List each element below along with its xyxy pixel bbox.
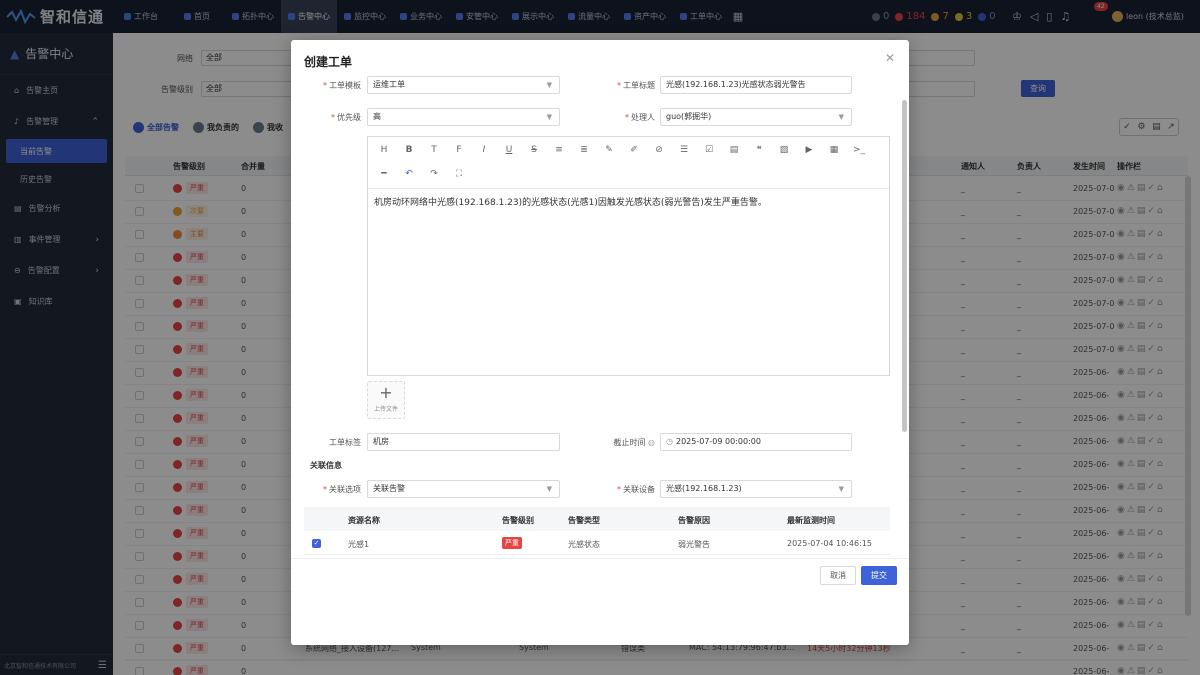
relation-option-label: * 关联选项: [323, 485, 361, 494]
indent-icon[interactable]: ≡: [553, 145, 565, 155]
bullet-list-icon[interactable]: ☰: [678, 145, 690, 155]
list-add-icon[interactable]: ≣: [578, 145, 590, 155]
chevron-down-icon: ▼: [546, 113, 552, 121]
ticket-title-label: * 工单标题: [617, 81, 655, 90]
rich-text-editor[interactable]: H B T F I U S ≡ ≣ ✎ ✐ ⊘ ☰ ☑ ▤ ❝ ▨ ▶ ▦ >_…: [367, 136, 890, 376]
handler-select[interactable]: guo(郭掘华) ▼: [660, 108, 852, 126]
chevron-down-icon: ▼: [838, 485, 844, 493]
submit-button[interactable]: 提交: [861, 566, 897, 585]
chevron-down-icon: ▼: [546, 81, 552, 89]
align-icon[interactable]: ▤: [728, 145, 740, 155]
table-icon[interactable]: ▦: [828, 145, 840, 155]
divider-icon[interactable]: ━: [378, 169, 390, 179]
editor-toolbar-row-1: H B T F I U S ≡ ≣ ✎ ✐ ⊘ ☰ ☑ ▤ ❝ ▨ ▶ ▦ >_: [368, 138, 889, 162]
ticket-title-input[interactable]: 光感(192.168.1.23)光感状态弱光警告: [660, 76, 852, 94]
image-icon[interactable]: ▨: [778, 145, 790, 155]
template-select[interactable]: 运维工单 ▼: [367, 76, 560, 94]
upload-file-button[interactable]: + 上传文件: [367, 381, 405, 419]
related-table-header: 资源名称 告警级别 告警类型 告警原因 最新监测时间: [304, 507, 890, 531]
dialog-title: 创建工单: [304, 55, 353, 69]
handler-value: guo(郭掘华): [666, 112, 712, 121]
heading-icon[interactable]: H: [378, 145, 390, 155]
priority-select[interactable]: 高 ▼: [367, 108, 560, 126]
link-icon[interactable]: ⊘: [653, 145, 665, 155]
ticket-title-value: 光感(192.168.1.23)光感状态弱光警告: [666, 80, 806, 89]
plus-icon: +: [379, 383, 393, 402]
tag-label: 工单标签: [329, 438, 361, 447]
template-value: 运维工单: [373, 80, 405, 89]
clock-icon: ◷: [666, 437, 673, 446]
font-size-icon[interactable]: T: [428, 145, 440, 155]
redo-icon[interactable]: ↷: [428, 169, 440, 179]
tag-value: 机房: [373, 437, 389, 446]
column-header-level[interactable]: 告警级别: [502, 515, 534, 526]
create-ticket-dialog: 创建工单 ✕ * 工单模板 运维工单 ▼ * 工单标题 光感(192.168.1.23…: [291, 40, 909, 645]
brush-icon[interactable]: ✐: [628, 145, 640, 155]
status-badge: 严重: [502, 537, 522, 549]
bold-icon[interactable]: B: [403, 145, 415, 155]
cell-time: 2025-07-04 10:46:15: [787, 539, 872, 548]
editor-divider: [368, 188, 889, 189]
relation-device-value: 光感(192.168.1.23): [666, 484, 742, 493]
chevron-down-icon: ▼: [546, 485, 552, 493]
template-label: * 工单模板: [323, 81, 361, 90]
table-row[interactable]: ✓ 光感1 严重 光感状态 弱光警告 2025-07-04 10:46:15: [304, 531, 890, 555]
italic-icon[interactable]: I: [478, 145, 490, 155]
cell-cause: 弱光警告: [678, 540, 710, 549]
editor-content[interactable]: 机房动环网络中光感(192.168.1.23)的光感状态(光感1)因触发光感状态…: [374, 195, 767, 208]
quote-icon[interactable]: ❝: [753, 145, 765, 155]
cell-type: 光感状态: [568, 540, 600, 549]
upload-label: 上传文件: [373, 406, 398, 413]
cancel-button[interactable]: 取消: [820, 566, 856, 585]
fullscreen-icon[interactable]: ⛶: [453, 169, 465, 179]
video-icon[interactable]: ▶: [803, 145, 815, 155]
deadline-label: 截止时间 ◍: [613, 438, 655, 447]
pen-icon[interactable]: ✎: [603, 145, 615, 155]
help-icon: ◍: [648, 438, 655, 447]
editor-toolbar-row-2: ━ ↶ ↷ ⛶: [368, 162, 889, 186]
strikethrough-icon[interactable]: S: [528, 145, 540, 155]
cell-name: 光感1: [348, 540, 370, 549]
underline-icon[interactable]: U: [503, 145, 515, 155]
priority-value: 高: [373, 112, 381, 121]
chevron-down-icon: ▼: [838, 113, 844, 121]
code-icon[interactable]: >_: [853, 145, 865, 155]
priority-label: * 优先级: [331, 113, 361, 122]
relation-section-title: 关联信息: [310, 461, 342, 470]
deadline-value: 2025-07-09 00:00:00: [675, 437, 761, 446]
relation-device-select[interactable]: 光感(192.168.1.23) ▼: [660, 480, 852, 498]
column-header-time[interactable]: 最新监测时间: [787, 515, 835, 526]
relation-device-label: * 关联设备: [617, 485, 655, 494]
handler-label: * 处理人: [625, 113, 655, 122]
dialog-scrollbar[interactable]: [902, 100, 907, 432]
deadline-picker[interactable]: ◷ 2025-07-09 00:00:00: [660, 433, 852, 451]
undo-icon[interactable]: ↶: [403, 169, 415, 179]
column-header-name[interactable]: 资源名称: [348, 515, 380, 526]
font-family-icon[interactable]: F: [453, 145, 465, 155]
dialog-footer-divider: [291, 558, 909, 559]
checkbox-icon[interactable]: ☑: [703, 145, 715, 155]
column-header-cause[interactable]: 告警原因: [678, 515, 710, 526]
tag-input[interactable]: 机房: [367, 433, 560, 451]
relation-option-value: 关联告警: [373, 484, 405, 493]
close-icon[interactable]: ✕: [885, 51, 895, 65]
row-checkbox[interactable]: ✓: [312, 539, 321, 548]
column-header-type[interactable]: 告警类型: [568, 515, 600, 526]
relation-option-select[interactable]: 关联告警 ▼: [367, 480, 560, 498]
